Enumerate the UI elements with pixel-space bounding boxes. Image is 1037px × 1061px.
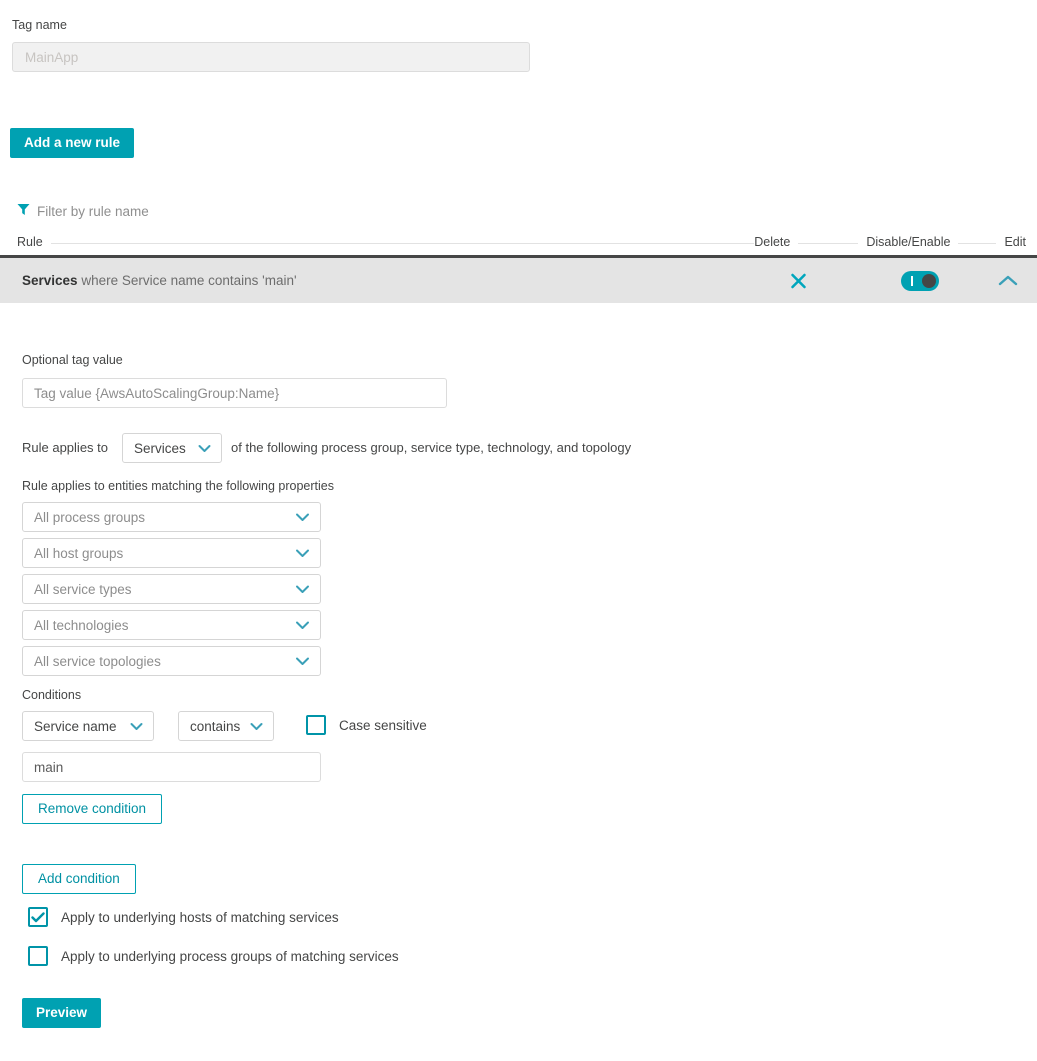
chevron-down-icon — [198, 444, 211, 453]
conditions-label: Conditions — [22, 688, 81, 702]
remove-condition-button[interactable]: Remove condition — [22, 794, 162, 824]
rule-condition-text: where Service name contains 'main' — [78, 273, 297, 288]
add-a-new-rule-button[interactable]: Add a new rule — [10, 128, 134, 158]
case-sensitive-checkbox[interactable] — [306, 715, 326, 735]
service-types-value: All service types — [34, 582, 132, 597]
add-condition-button[interactable]: Add condition — [22, 864, 136, 894]
chevron-down-icon — [295, 656, 310, 666]
rule-description: Services where Service name contains 'ma… — [22, 273, 297, 288]
properties-label: Rule applies to entities matching the fo… — [22, 479, 334, 493]
disable-enable-toggle[interactable] — [901, 271, 939, 291]
condition-attribute-select[interactable]: Service name — [22, 711, 154, 741]
optional-tag-value-input[interactable] — [22, 378, 447, 408]
apply-process-groups-row[interactable]: Apply to underlying process groups of ma… — [28, 946, 399, 966]
tag-name-input[interactable] — [12, 42, 530, 72]
chevron-down-icon — [130, 722, 143, 731]
column-header-disable-enable: Disable/Enable — [866, 235, 950, 249]
header-divider-line — [696, 243, 754, 244]
process-groups-value: All process groups — [34, 510, 145, 525]
column-header-edit: Edit — [1004, 235, 1026, 249]
chevron-up-icon[interactable] — [998, 274, 1018, 287]
process-groups-select[interactable]: All process groups — [22, 502, 321, 532]
check-icon — [31, 912, 45, 923]
filter-by-rule-name[interactable]: Filter by rule name — [17, 203, 149, 219]
technologies-select[interactable]: All technologies — [22, 610, 321, 640]
host-groups-value: All host groups — [34, 546, 123, 561]
case-sensitive-row[interactable]: Case sensitive — [306, 715, 427, 735]
host-groups-select[interactable]: All host groups — [22, 538, 321, 568]
header-divider-line — [51, 243, 697, 244]
condition-operator-value: contains — [190, 719, 240, 734]
condition-attribute-value: Service name — [34, 719, 117, 734]
apply-underlying-hosts-checkbox[interactable] — [28, 907, 48, 927]
rule-applies-to-suffix: of the following process group, service … — [231, 440, 631, 455]
apply-underlying-hosts-label: Apply to underlying hosts of matching se… — [61, 910, 339, 925]
chevron-down-icon — [295, 548, 310, 558]
toggle-on-mark — [911, 276, 913, 286]
condition-value-input[interactable] — [22, 752, 321, 782]
header-divider-line — [798, 243, 858, 244]
toggle-knob — [922, 274, 936, 288]
chevron-down-icon — [295, 512, 310, 522]
rule-applies-to-select[interactable]: Services — [122, 433, 222, 463]
column-header-delete: Delete — [754, 235, 790, 249]
close-x-icon[interactable] — [789, 271, 808, 290]
rule-applies-to-value: Services — [134, 441, 186, 456]
technologies-value: All technologies — [34, 618, 129, 633]
rule-entity-name: Services — [22, 273, 78, 288]
apply-underlying-process-groups-label: Apply to underlying process groups of ma… — [61, 949, 399, 964]
service-topologies-select[interactable]: All service topologies — [22, 646, 321, 676]
service-types-select[interactable]: All service types — [22, 574, 321, 604]
filter-icon — [17, 203, 30, 219]
optional-tag-value-label: Optional tag value — [22, 353, 123, 367]
apply-hosts-row[interactable]: Apply to underlying hosts of matching se… — [28, 907, 339, 927]
chevron-down-icon — [295, 620, 310, 630]
filter-placeholder-text: Filter by rule name — [37, 204, 149, 219]
tag-name-label: Tag name — [12, 17, 67, 33]
header-divider-line — [958, 243, 996, 244]
service-topologies-value: All service topologies — [34, 654, 161, 669]
rules-table-header: Rule Delete Disable/Enable Edit — [17, 235, 1026, 249]
rule-applies-to-label: Rule applies to — [22, 440, 108, 455]
chevron-down-icon — [250, 722, 263, 731]
condition-operator-select[interactable]: contains — [178, 711, 274, 741]
column-header-rule: Rule — [17, 235, 43, 249]
chevron-down-icon — [295, 584, 310, 594]
case-sensitive-label: Case sensitive — [339, 718, 427, 733]
preview-button[interactable]: Preview — [22, 998, 101, 1028]
table-row[interactable]: Services where Service name contains 'ma… — [0, 255, 1037, 303]
apply-underlying-process-groups-checkbox[interactable] — [28, 946, 48, 966]
